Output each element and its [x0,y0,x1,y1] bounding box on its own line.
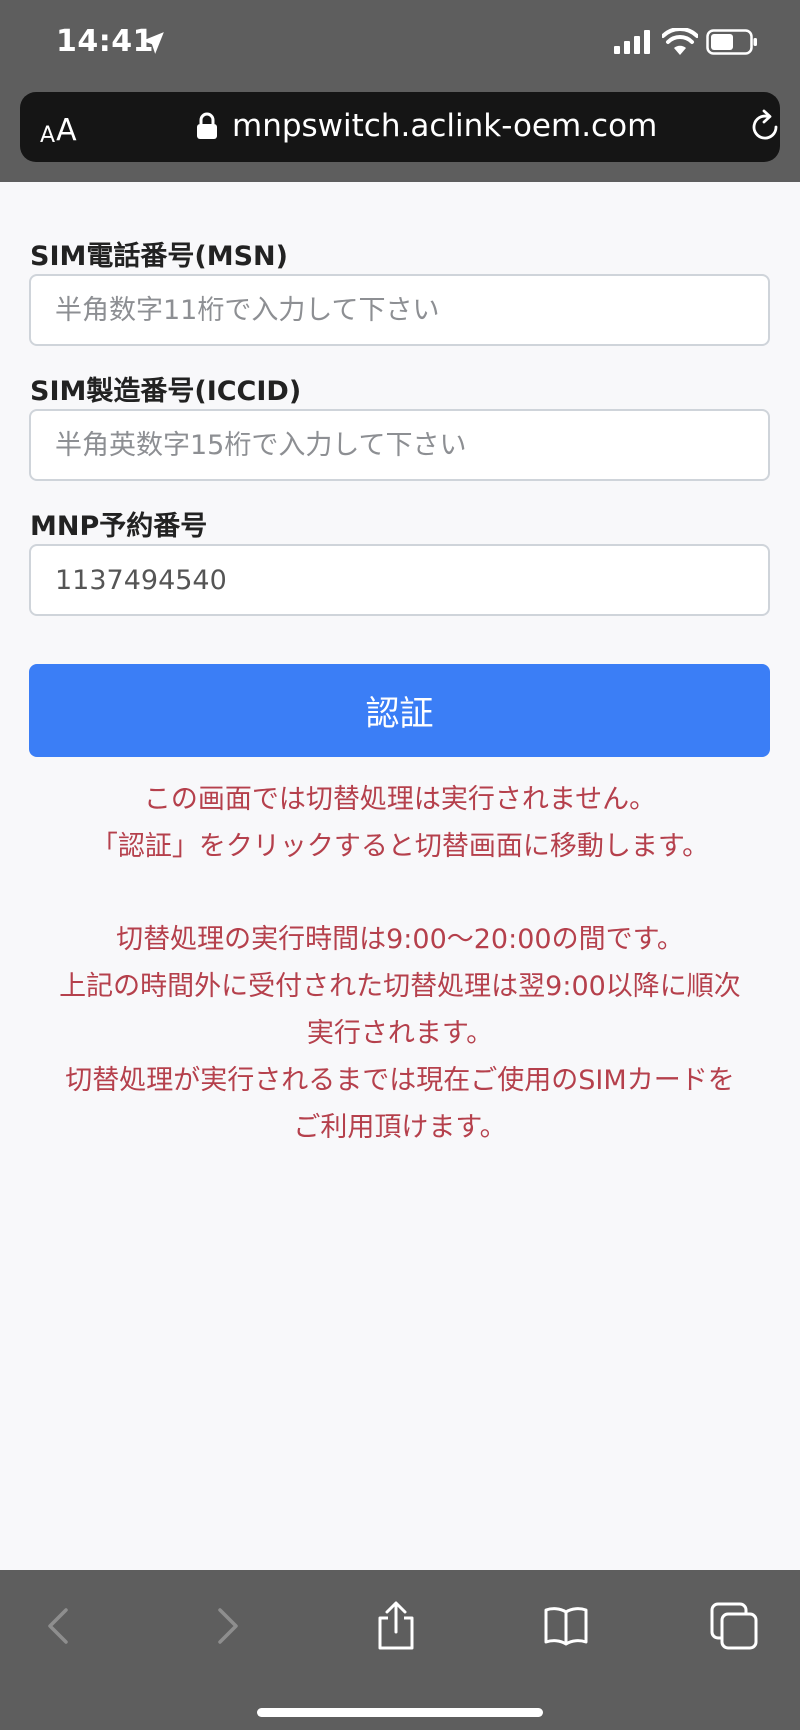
page-content: SIM電話番号(MSN) SIM製造番号(ICCID) MNP予約番号 認証 こ… [0,182,800,1570]
signal-icon [614,30,650,54]
notice-line: この画面では切替処理は実行されません。 [143,784,657,815]
iccid-label: SIM製造番号(ICCID) [30,376,302,407]
browser-header: AA mnpswitch.aclink-oem.com [0,92,800,182]
reload-icon[interactable] [746,108,784,146]
msn-input[interactable] [29,274,770,346]
browser-toolbar [0,1570,800,1730]
text-size-label-large: A [56,113,77,148]
notice-line: 上記の時間外に受付された切替処理は翌9:00以降に順次 [59,971,741,1002]
address-bar[interactable]: AA mnpswitch.aclink-oem.com [20,92,780,162]
auth-button[interactable]: 認証 [29,664,770,757]
bookmarks-icon[interactable] [540,1600,592,1652]
mnp-input[interactable] [29,544,770,616]
notice-line: ご利用頂けます。 [293,1112,507,1143]
mnp-label: MNP予約番号 [30,511,208,542]
forward-icon[interactable] [200,1600,252,1652]
location-arrow-icon [142,32,164,54]
notice-line: 切替処理の実行時間は9:00〜20:00の間です。 [116,924,684,955]
msn-label: SIM電話番号(MSN) [30,241,288,272]
wifi-icon [662,28,698,55]
url-text[interactable]: mnpswitch.aclink-oem.com [232,108,657,144]
text-size-label-small: A [40,123,56,148]
share-icon[interactable] [370,1600,422,1652]
lock-icon [197,112,217,139]
status-bar: 14:41 [0,0,800,92]
tabs-icon[interactable] [708,1600,760,1652]
battery-icon [706,29,757,55]
text-size-button[interactable]: AA [40,108,100,148]
notice-line: 「認証」をクリックすると切替画面に移動します。 [90,831,710,862]
home-indicator[interactable] [257,1708,543,1717]
iccid-input[interactable] [29,409,770,481]
notice-line: 実行されます。 [306,1018,494,1049]
notice-line: 切替処理が実行されるまでは現在ご使用のSIMカードを [65,1065,735,1096]
back-icon[interactable] [34,1600,86,1652]
